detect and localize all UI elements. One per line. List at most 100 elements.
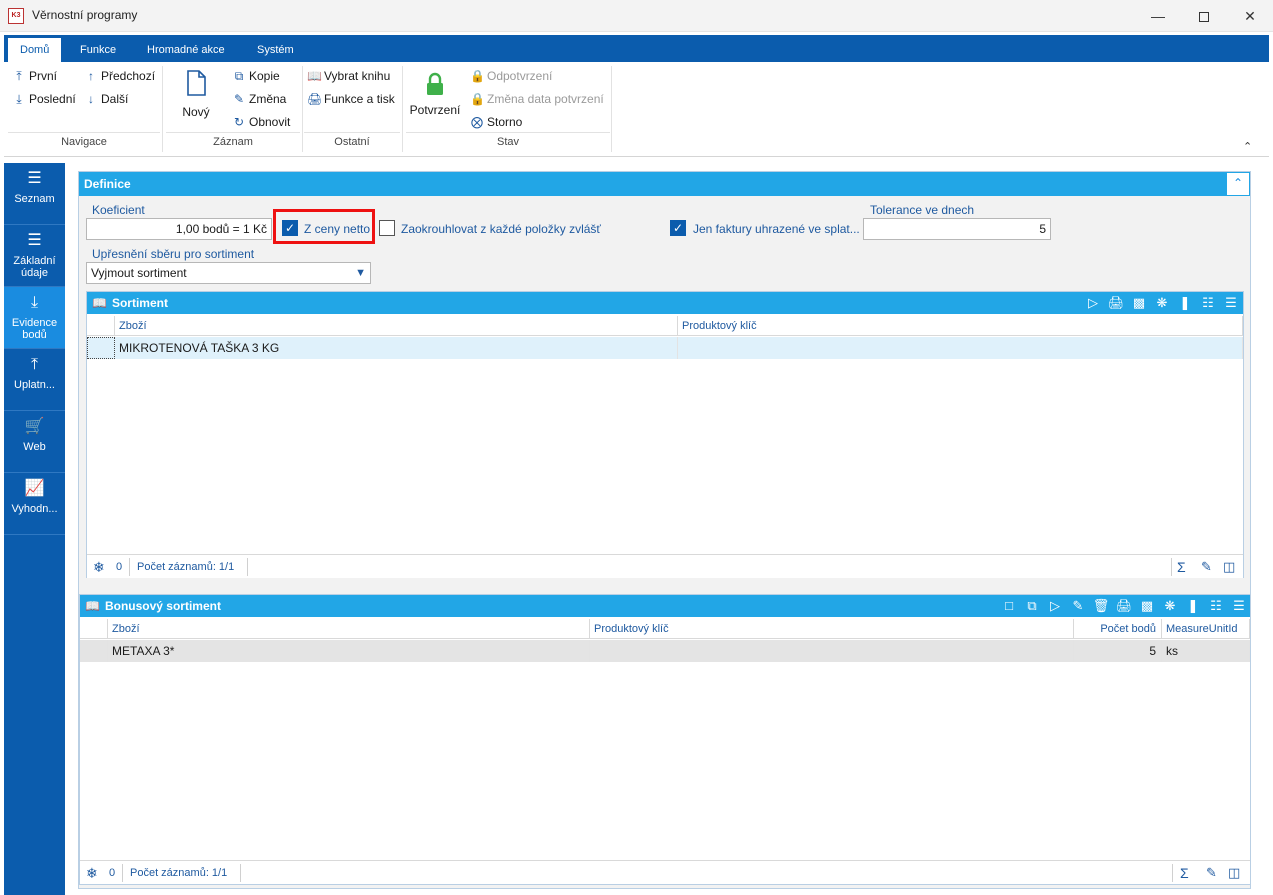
group-divider bbox=[406, 132, 610, 133]
lock-icon: 🔒 bbox=[470, 69, 485, 83]
table-row[interactable]: MIKROTENOVÁ TAŠKA 3 KG bbox=[87, 337, 1243, 359]
upresneni-label: Upřesnění sběru pro sortiment bbox=[92, 247, 255, 261]
bonus-footer: ❄ 0 Počet záznamů: 1/1 Σ ✎ ◫ bbox=[80, 860, 1250, 884]
cancel-button[interactable]: ⨂ Storno bbox=[470, 113, 522, 131]
play-icon[interactable]: ▷ bbox=[1082, 292, 1104, 314]
add-record-icon[interactable]: ◫ bbox=[1228, 861, 1240, 885]
cart-icon: 🛒 bbox=[24, 418, 45, 435]
change-confirm-date-button[interactable]: 🔒 Změna data potvrzení bbox=[470, 90, 604, 108]
cell-produktovy-klic bbox=[678, 337, 1243, 359]
play-icon[interactable]: ▷ bbox=[1044, 595, 1066, 617]
tolerance-label: Tolerance ve dnech bbox=[870, 203, 975, 217]
nav-item-evidence-bodu[interactable]: ⤓ Evidence bodů bbox=[4, 287, 65, 349]
tab-hromadne-akce[interactable]: Hromadné akce bbox=[135, 38, 237, 62]
trash-icon[interactable]: 🗑 bbox=[1090, 595, 1112, 617]
excel-export-icon[interactable]: ☷ bbox=[1205, 595, 1227, 617]
tab-domu[interactable]: Domů bbox=[8, 38, 62, 62]
new-button[interactable]: Nový bbox=[174, 70, 218, 119]
next-button[interactable]: ↓ Další bbox=[84, 90, 128, 108]
sortiment-header: 📖 Sortiment bbox=[87, 292, 1243, 314]
row-indicator-header bbox=[87, 316, 115, 336]
snowflake-icon[interactable]: ❄ bbox=[86, 861, 98, 885]
zaokrouhlovat-label: Zaokrouhlovat z každé položky zvlášť bbox=[401, 222, 601, 236]
pencil-icon[interactable]: ✎ bbox=[1067, 595, 1089, 617]
nav-item-vyhodnoceni[interactable]: 📈 Vyhodn... bbox=[4, 473, 65, 535]
sum-icon[interactable]: Σ bbox=[1180, 861, 1189, 885]
window-title: Věrnostní programy bbox=[32, 8, 138, 22]
add-record-icon[interactable]: ◫ bbox=[1223, 555, 1235, 579]
chart-bar-icon[interactable]: ▩ bbox=[1128, 292, 1150, 314]
new-document-icon[interactable]: □ bbox=[998, 595, 1020, 617]
nav-item-seznam[interactable]: ☰ Seznam bbox=[4, 163, 65, 225]
column-header-produktovy-klic[interactable]: Produktový klíč bbox=[590, 619, 1074, 639]
cancel-circle-icon: ⨂ bbox=[471, 115, 483, 129]
chart-icon: 📈 bbox=[24, 480, 45, 497]
chart-bar-icon[interactable]: ▩ bbox=[1136, 595, 1158, 617]
koeficient-field[interactable]: 1,00 bodů = 1 Kč bbox=[86, 218, 272, 240]
close-button[interactable]: ✕ bbox=[1227, 0, 1273, 32]
tab-system[interactable]: Systém bbox=[245, 38, 306, 62]
snowflake-icon[interactable]: ❄ bbox=[93, 555, 105, 579]
nav-item-web[interactable]: 🛒 Web bbox=[4, 411, 65, 473]
menu-icon: ☰ bbox=[27, 170, 42, 187]
column-header-pocet-bodu[interactable]: Počet bodů bbox=[1074, 619, 1162, 639]
column-header-zbozi[interactable]: Zboží bbox=[115, 316, 678, 336]
maximize-icon bbox=[1199, 12, 1209, 23]
nav-item-zakladni-udaje[interactable]: ☰ Základní údaje bbox=[4, 225, 65, 287]
copy-button[interactable]: ⧉ Kopie bbox=[232, 67, 280, 85]
printer-icon[interactable]: 🖨 bbox=[1105, 292, 1127, 314]
change-button[interactable]: ✎ Změna bbox=[232, 90, 286, 108]
koeficient-label: Koeficient bbox=[92, 203, 145, 217]
group-label-navigace: Navigace bbox=[61, 136, 107, 148]
cell-pocet-bodu: 5 bbox=[1074, 640, 1162, 662]
new-document-icon bbox=[187, 70, 206, 96]
printer-icon: 🖨 bbox=[307, 92, 323, 106]
last-button[interactable]: ⤓ Poslední bbox=[12, 90, 75, 108]
cell-zbozi: MIKROTENOVÁ TAŠKA 3 KG bbox=[115, 337, 678, 359]
tolerance-field[interactable]: 5 bbox=[863, 218, 1051, 240]
maximize-button[interactable] bbox=[1181, 0, 1227, 32]
pencil-icon[interactable]: ✎ bbox=[1201, 555, 1212, 579]
print-functions-button[interactable]: 🖨 Funkce a tisk bbox=[307, 90, 395, 108]
columns-icon[interactable]: ❚ bbox=[1174, 292, 1196, 314]
first-button[interactable]: ⤒ První bbox=[12, 67, 57, 85]
menu-icon[interactable]: ☰ bbox=[1220, 292, 1242, 314]
arrow-down-icon: ↓ bbox=[88, 92, 94, 106]
confirm-button[interactable]: Potvrzení bbox=[408, 72, 462, 117]
refresh-button[interactable]: ↻ Obnovit bbox=[232, 113, 290, 131]
menu-icon[interactable]: ☰ bbox=[1228, 595, 1250, 617]
column-header-zbozi[interactable]: Zboží bbox=[108, 619, 590, 639]
columns-icon[interactable]: ❚ bbox=[1182, 595, 1204, 617]
zaokrouhlovat-checkbox[interactable] bbox=[379, 220, 395, 236]
tab-funkce[interactable]: Funkce bbox=[68, 38, 128, 62]
minimize-button[interactable]: — bbox=[1135, 0, 1181, 32]
sum-icon[interactable]: Σ bbox=[1177, 555, 1186, 579]
ribbon-tabs: Domů Funkce Hromadné akce Systém bbox=[4, 35, 1269, 62]
ribbon-collapse-icon[interactable]: ⌃ bbox=[1243, 140, 1252, 153]
copy-icon: ⧉ bbox=[234, 69, 244, 83]
excel-export-icon[interactable]: ☷ bbox=[1197, 292, 1219, 314]
unconfirm-button[interactable]: 🔒 Odpotvrzení bbox=[470, 67, 552, 85]
column-header-measure-unit[interactable]: MeasureUnitId bbox=[1162, 619, 1250, 639]
highlight-box bbox=[273, 209, 375, 244]
group-separator bbox=[611, 66, 612, 152]
select-book-button[interactable]: 📖 Vybrat knihu bbox=[307, 67, 390, 85]
group-divider bbox=[166, 132, 300, 133]
tree-icon[interactable]: ❋ bbox=[1159, 595, 1181, 617]
printer-icon[interactable]: 🖨 bbox=[1113, 595, 1135, 617]
sortiment-grid: 📖 Sortiment ▷ 🖨 ▩ ❋ ❚ ☷ ☰ Zboží Produktov… bbox=[86, 291, 1244, 578]
pencil-icon[interactable]: ✎ bbox=[1206, 861, 1217, 885]
tree-icon[interactable]: ❋ bbox=[1151, 292, 1173, 314]
lock-icon: 🔒 bbox=[470, 92, 485, 106]
list-icon: ☰ bbox=[27, 232, 42, 249]
chevron-up-icon[interactable]: ⌃ bbox=[1226, 172, 1250, 196]
left-navigation: ☰ Seznam ☰ Základní údaje ⤓ Evidence bod… bbox=[4, 163, 65, 895]
previous-button[interactable]: ↑ Předchozí bbox=[84, 67, 155, 85]
table-row[interactable]: METAXA 3* 5 ks bbox=[80, 640, 1250, 662]
copy-icon[interactable]: ⧉ bbox=[1021, 595, 1043, 617]
upresneni-select[interactable]: Vyjmout sortiment ▼ bbox=[86, 262, 371, 284]
cell-zbozi: METAXA 3* bbox=[108, 640, 590, 662]
jen-faktury-checkbox[interactable]: ✓ bbox=[670, 220, 686, 236]
nav-item-uplatneni[interactable]: ⤒ Uplatn... bbox=[4, 349, 65, 411]
column-header-produktovy-klic[interactable]: Produktový klíč bbox=[678, 316, 1243, 336]
